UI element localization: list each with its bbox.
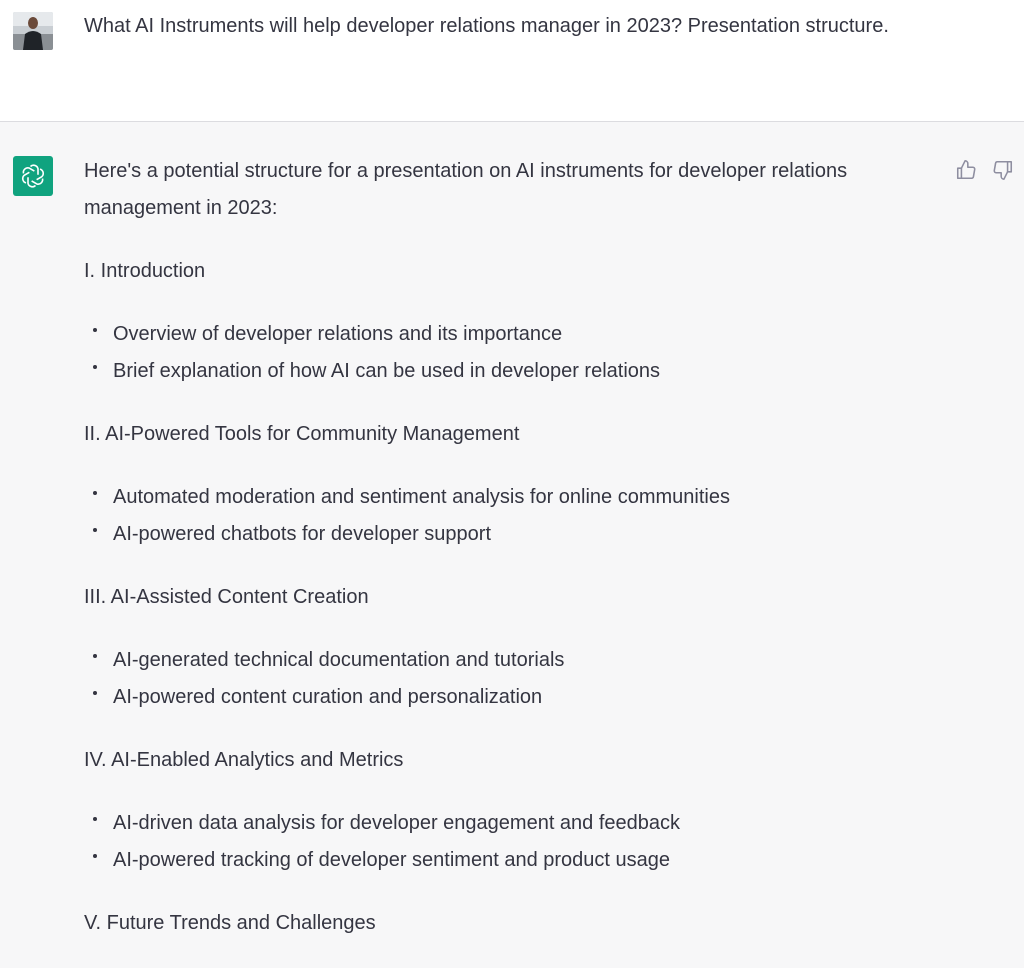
section-title: III. AI-Assisted Content Creation <box>84 586 369 608</box>
bullet-dot <box>93 854 97 858</box>
openai-logo-icon <box>13 156 53 196</box>
user-message-text: What AI Instruments will help developer … <box>84 15 889 37</box>
list-item: Brief explanation of how AI can be used … <box>84 353 924 390</box>
section-title: II. AI-Powered Tools for Community Manag… <box>84 423 520 445</box>
assistant-intro: Here's a potential structure for a prese… <box>84 160 848 219</box>
bullet-list: Overview of developer relations and its … <box>84 316 924 390</box>
bullet-dot <box>93 817 97 821</box>
bullet-list: AI-generated technical documentation and… <box>84 642 924 716</box>
section-title: IV. AI-Enabled Analytics and Metrics <box>84 749 404 771</box>
assistant-response: Here's a potential structure for a prese… <box>84 153 924 968</box>
user-message: What AI Instruments will help developer … <box>0 0 1024 122</box>
thumbs-down-button[interactable] <box>991 158 1015 182</box>
bullet-dot <box>93 328 97 332</box>
list-item: AI-powered content curation and personal… <box>84 679 924 716</box>
section-title: I. Introduction <box>84 260 206 282</box>
list-item: Overview of developer relations and its … <box>84 316 924 353</box>
list-item: AI-powered chatbots for developer suppor… <box>84 516 924 553</box>
list-item: AI-driven data analysis for developer en… <box>84 805 924 842</box>
section-title: V. Future Trends and Challenges <box>84 912 376 934</box>
bullet-dot <box>93 691 97 695</box>
list-item: AI-generated technical documentation and… <box>84 642 924 679</box>
bullet-dot <box>93 365 97 369</box>
bullet-list: Automated moderation and sentiment analy… <box>84 479 924 553</box>
user-avatar <box>13 12 53 50</box>
list-item: Automated moderation and sentiment analy… <box>84 479 924 516</box>
list-item: AI-powered tracking of developer sentime… <box>84 842 924 879</box>
bullet-dot <box>93 491 97 495</box>
bullet-list: AI-driven data analysis for developer en… <box>84 805 924 879</box>
bullet-dot <box>93 654 97 658</box>
assistant-message: Here's a potential structure for a prese… <box>0 122 1024 944</box>
thumbs-up-icon <box>956 160 976 180</box>
thumbs-down-icon <box>993 160 1013 180</box>
thumbs-up-button[interactable] <box>954 158 978 182</box>
bullet-dot <box>93 528 97 532</box>
